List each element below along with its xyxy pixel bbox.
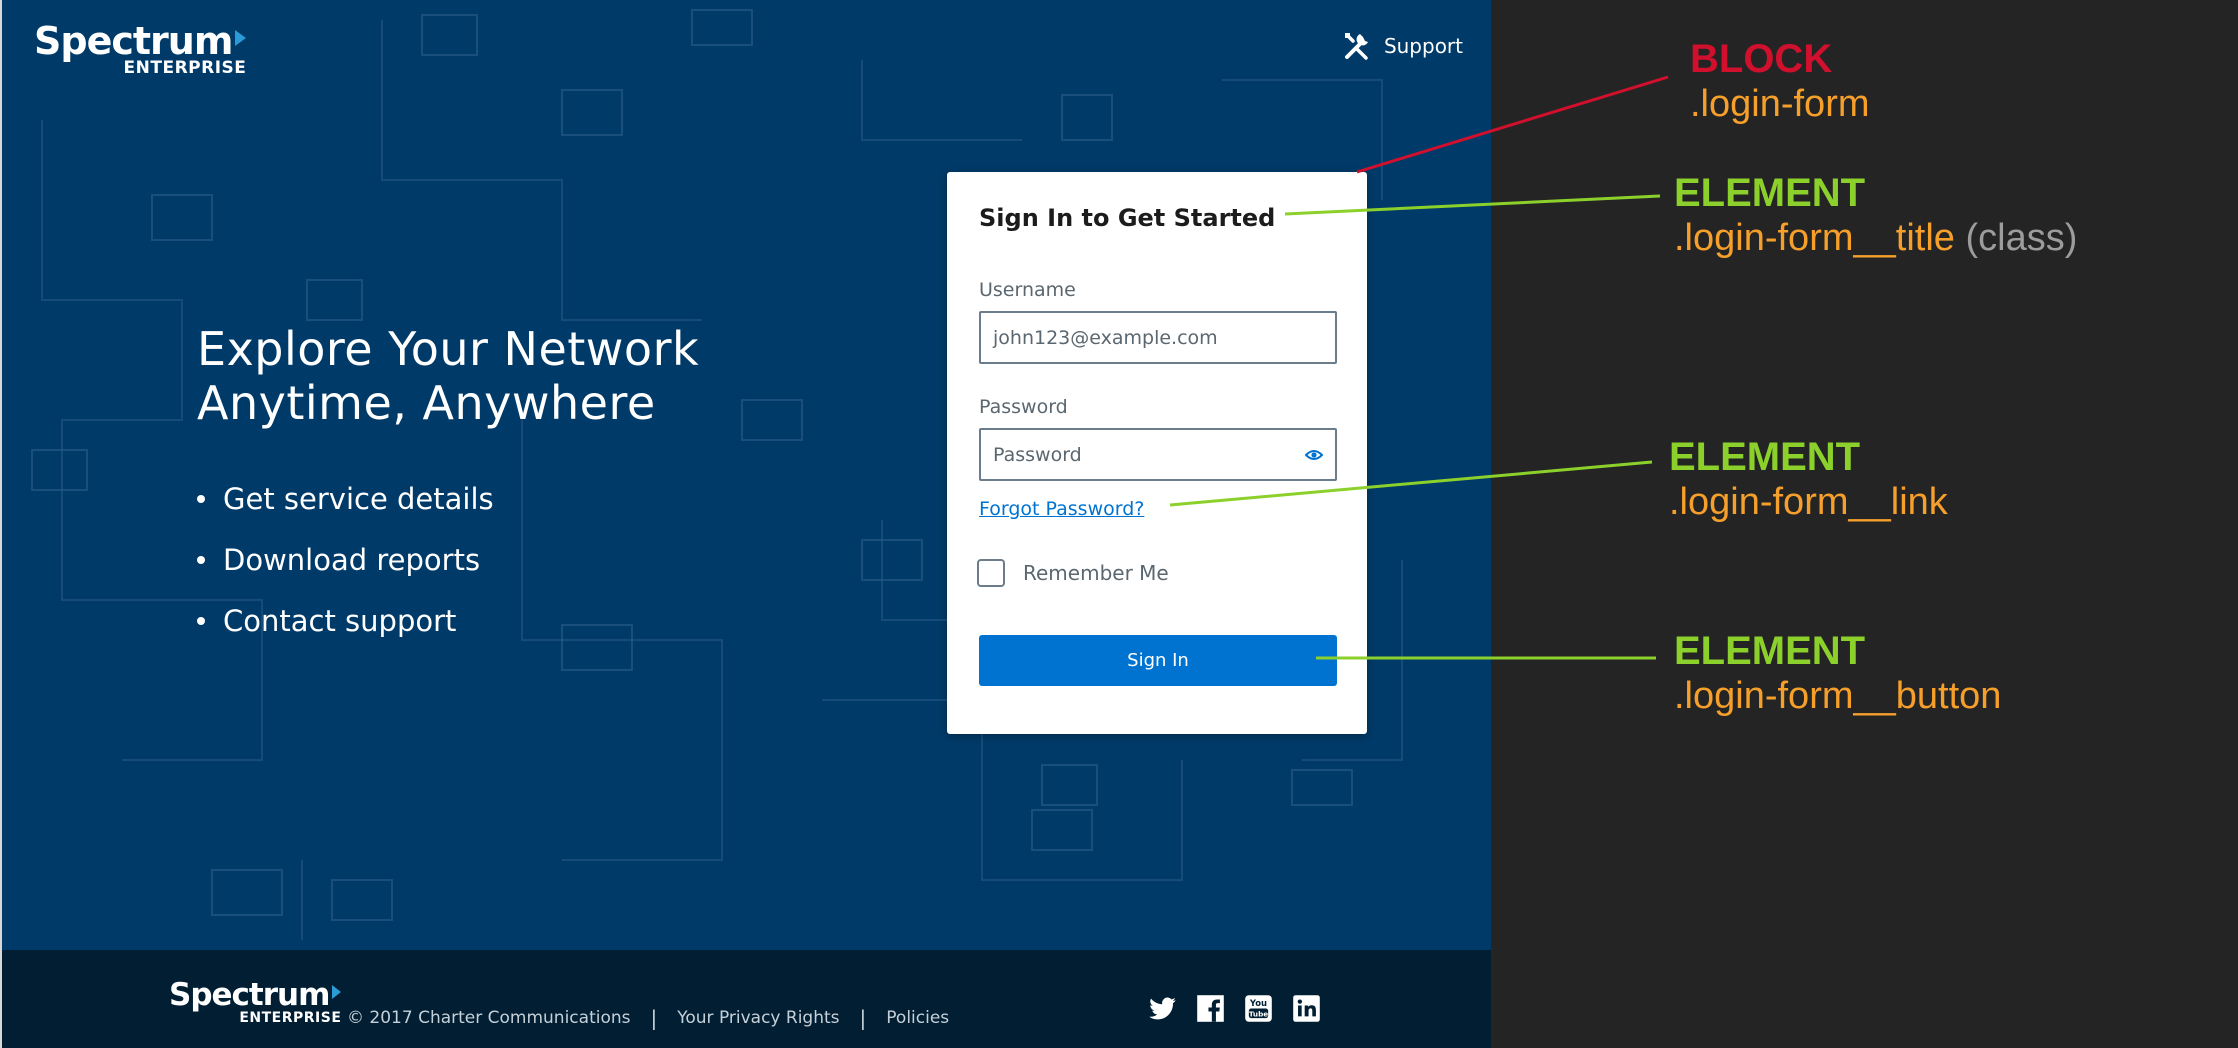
annotation-title: ELEMENT .login-form__title (class) — [1674, 171, 2077, 261]
username-input[interactable]: john123@example.com — [979, 311, 1337, 364]
logo-subtitle: ENTERPRISE — [239, 1010, 342, 1026]
feature-label: Contact support — [223, 603, 457, 638]
hero-title-line-2: Anytime, Anywhere — [197, 376, 656, 430]
support-label: Support — [1383, 34, 1463, 58]
footer-divider: | — [859, 1006, 867, 1030]
youtube-icon[interactable]: You Tube — [1244, 994, 1273, 1023]
username-value: john123@example.com — [993, 326, 1218, 349]
annotation-kind: ELEMENT — [1674, 171, 1866, 215]
social-links: You Tube — [1148, 994, 1321, 1023]
annotation-note: (class) — [1965, 217, 2078, 259]
login-form: Sign In to Get Started Username john123@… — [947, 172, 1367, 734]
forgot-password-link[interactable]: Forgot Password? — [979, 498, 1144, 520]
bullet-icon — [197, 494, 205, 503]
spectrum-login-page: Spectrum ENTERPRISE Support Explore Your… — [0, 0, 1491, 1048]
hero-section: Explore Your Network Anytime, Anywhere G… — [197, 322, 699, 651]
bullet-icon — [197, 616, 205, 625]
feature-item: Contact support — [197, 590, 699, 651]
svg-text:You: You — [1249, 998, 1267, 1008]
password-label: Password — [979, 396, 1068, 418]
remember-me[interactable]: Remember Me — [977, 559, 1169, 587]
annotation-class: .login-form — [1690, 83, 1870, 125]
support-link[interactable]: Support — [1342, 30, 1463, 62]
password-placeholder: Password — [993, 443, 1082, 466]
username-label: Username — [979, 279, 1076, 301]
policies-link[interactable]: Policies — [886, 1008, 949, 1028]
annotation-kind: ELEMENT — [1669, 435, 1861, 479]
annotation-button: ELEMENT .login-form__button — [1674, 629, 2001, 719]
tools-icon — [1344, 33, 1368, 60]
footer-divider: | — [650, 1006, 658, 1030]
footer-spectrum-logo[interactable]: Spectrum ENTERPRISE — [169, 977, 342, 1026]
twitter-icon[interactable] — [1148, 994, 1177, 1023]
annotation-block: BLOCK .login-form — [1690, 37, 1870, 127]
footer: Spectrum ENTERPRISE © 2017 Charter Commu… — [2, 950, 1491, 1048]
hero-title-line-1: Explore Your Network — [197, 322, 700, 376]
annotation-link: ELEMENT .login-form__link — [1669, 435, 1948, 525]
show-password-eye-icon[interactable] — [1305, 449, 1323, 461]
feature-label: Download reports — [223, 542, 481, 577]
footer-links: © 2017 Charter Communications | Your Pri… — [347, 1006, 949, 1030]
logo-arrow-icon — [332, 985, 342, 999]
annotation-kind: BLOCK — [1690, 37, 1833, 81]
remember-me-checkbox[interactable] — [977, 559, 1005, 587]
feature-label: Get service details — [223, 481, 494, 516]
logo-wordmark: Spectrum — [169, 977, 330, 1013]
svg-text:Tube: Tube — [1249, 1009, 1269, 1018]
logo-wordmark: Spectrum — [34, 19, 233, 63]
bullet-icon — [197, 555, 205, 564]
sign-in-button[interactable]: Sign In — [979, 635, 1337, 686]
annotation-class: .login-form__button — [1674, 675, 2002, 717]
annotation-class: .login-form__title — [1674, 217, 1955, 259]
logo-arrow-icon — [235, 30, 247, 46]
feature-item: Get service details — [197, 468, 699, 529]
linkedin-icon[interactable] — [1292, 994, 1321, 1023]
remember-me-label: Remember Me — [1023, 561, 1169, 585]
feature-list: Get service details Download reports Con… — [197, 468, 699, 651]
login-form-title: Sign In to Get Started — [979, 204, 1276, 232]
copyright-text: © 2017 Charter Communications — [347, 1008, 631, 1028]
annotation-class: .login-form__link — [1669, 481, 1948, 523]
feature-item: Download reports — [197, 529, 699, 590]
privacy-rights-link[interactable]: Your Privacy Rights — [677, 1008, 839, 1028]
hero-title: Explore Your Network Anytime, Anywhere — [197, 322, 699, 430]
spectrum-logo[interactable]: Spectrum ENTERPRISE — [34, 19, 247, 77]
password-input[interactable]: Password — [979, 428, 1337, 481]
facebook-icon[interactable] — [1196, 994, 1225, 1023]
annotation-kind: ELEMENT — [1674, 629, 1866, 673]
